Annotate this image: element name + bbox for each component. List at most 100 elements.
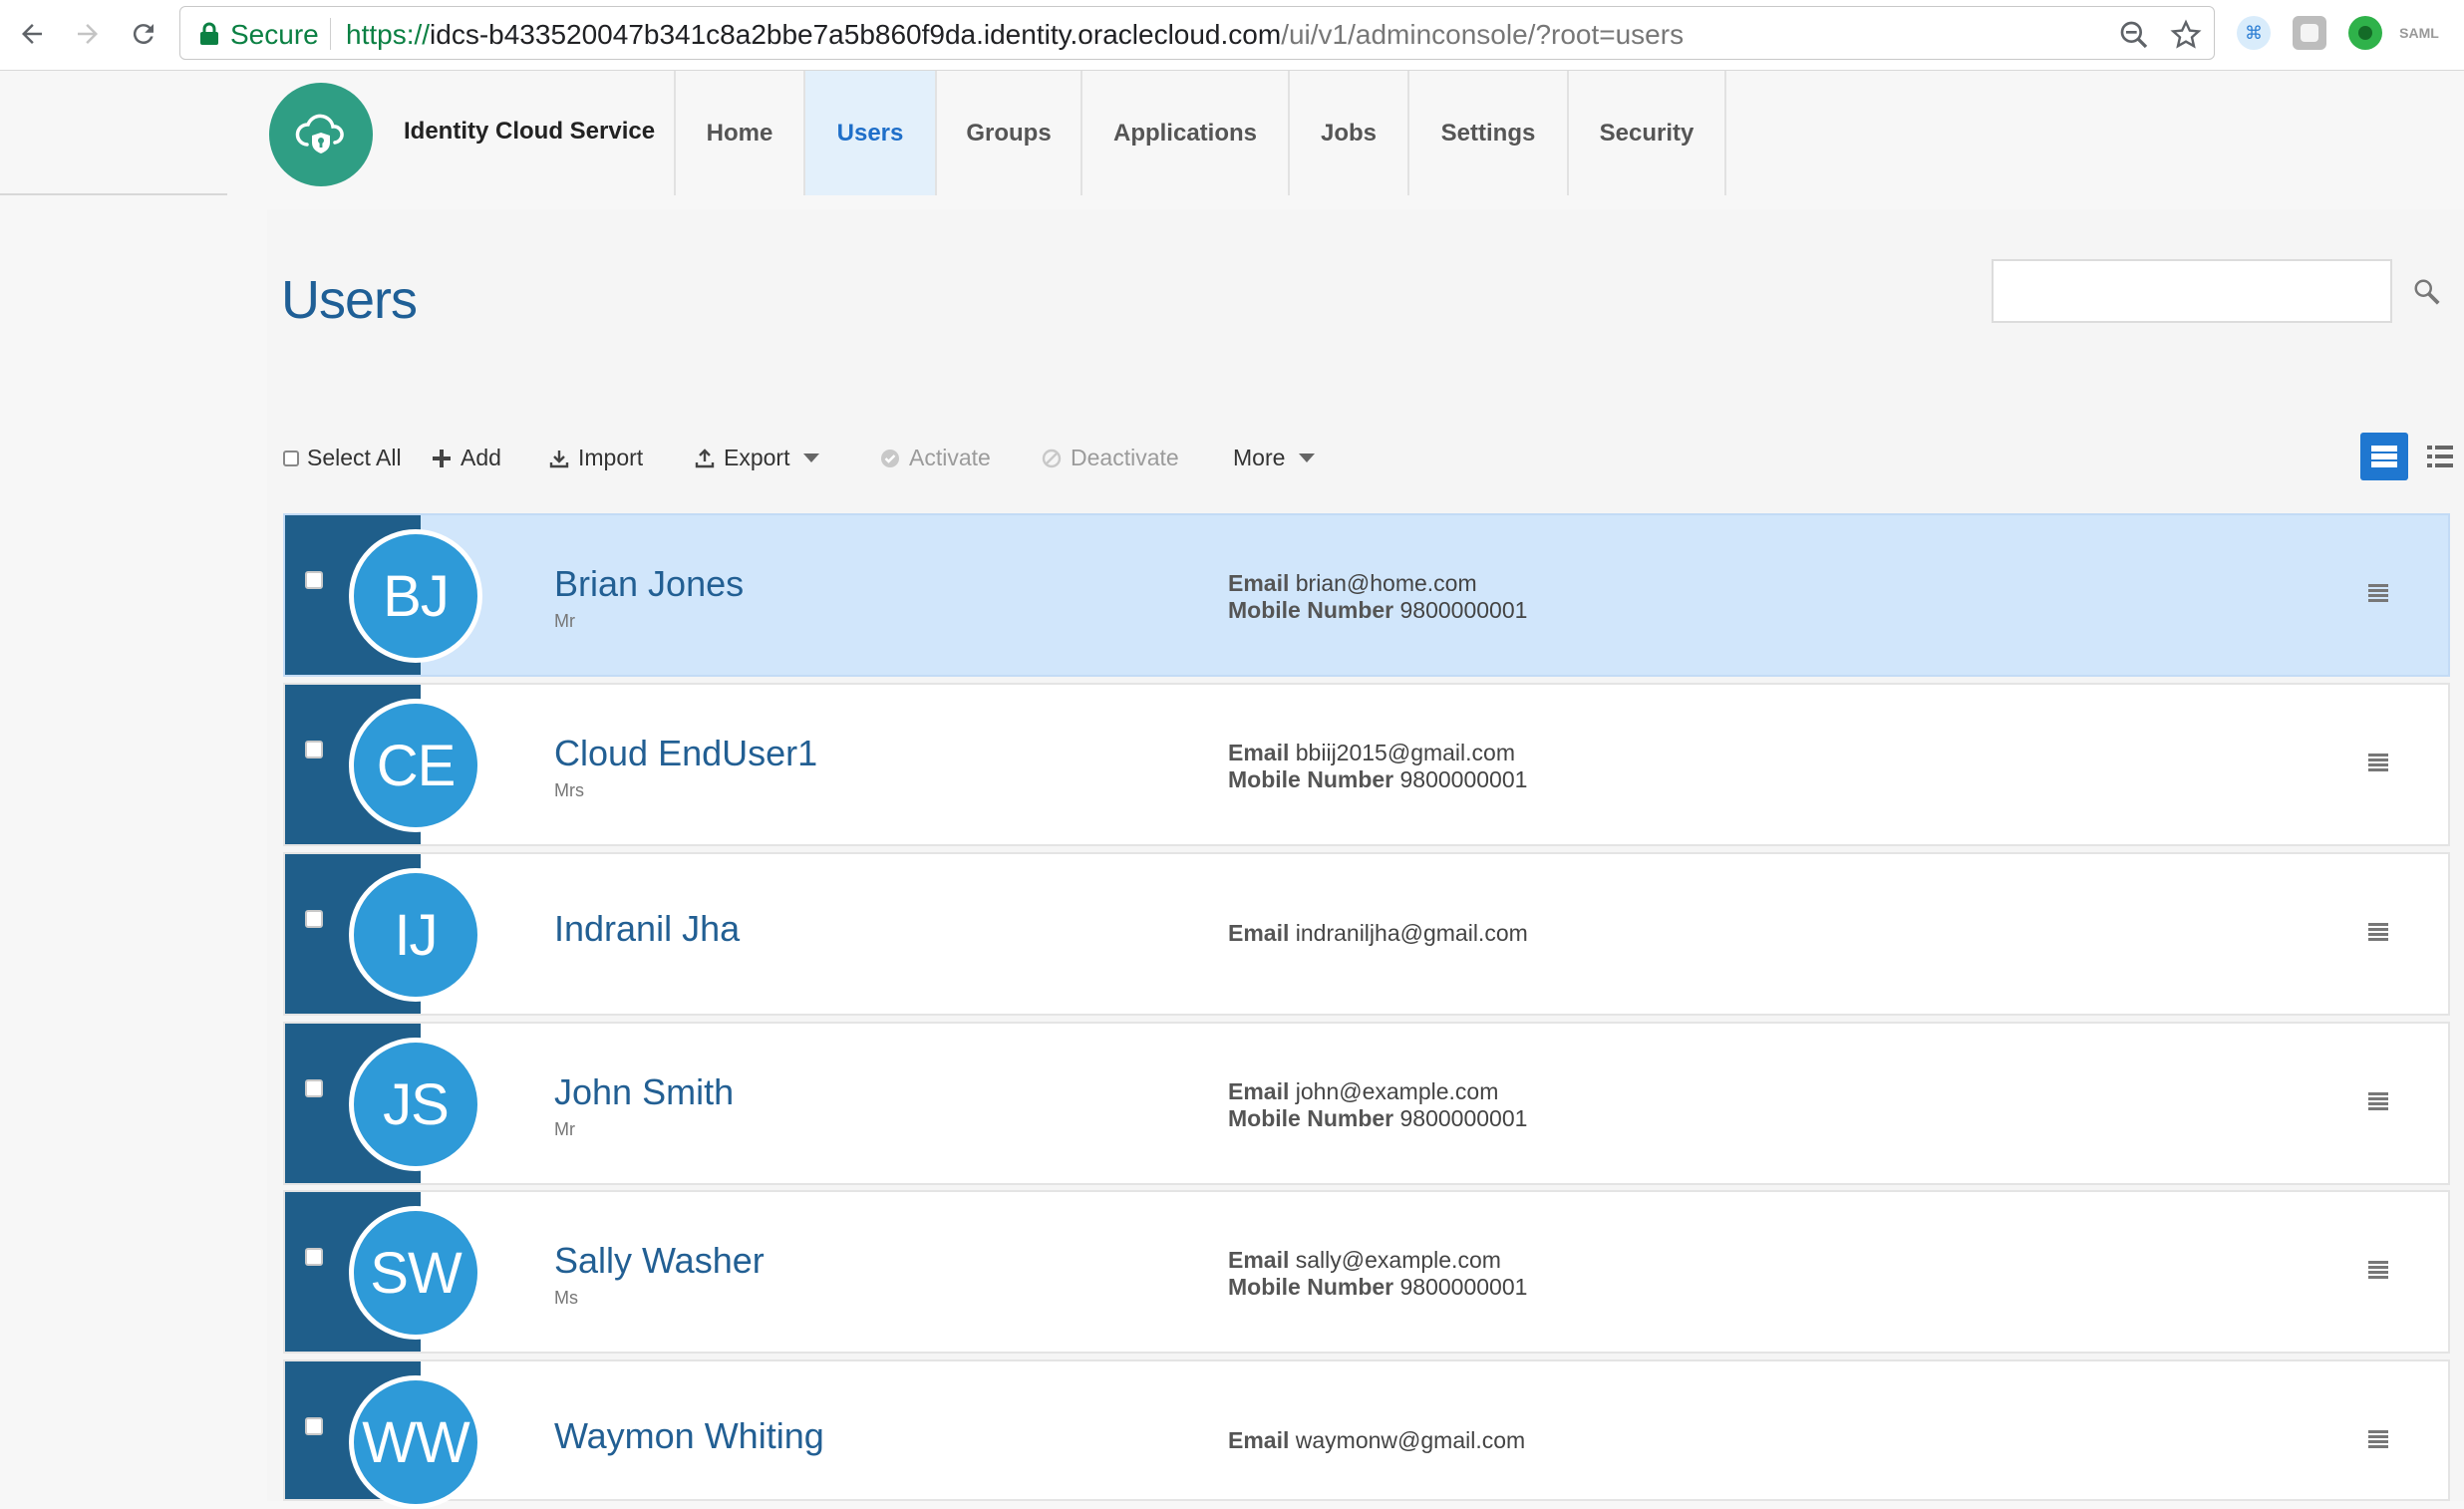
avatar: BJ — [349, 529, 482, 663]
user-name-link[interactable]: Indranil Jha — [554, 908, 740, 950]
block-icon — [1042, 449, 1062, 467]
check-circle-icon — [881, 449, 899, 467]
browser-toolbar: Secure https://idcs-b433520047b341c8a2bb… — [0, 0, 2464, 71]
row-menu-icon[interactable] — [2366, 583, 2390, 605]
email-value: waymonw@gmail.com — [1295, 1427, 1526, 1453]
user-name-link[interactable]: Cloud EndUser1 — [554, 733, 817, 774]
user-name-link[interactable]: Waymon Whiting — [554, 1415, 824, 1457]
card-view-toggle[interactable] — [2360, 433, 2408, 480]
row-checkbox[interactable] — [305, 571, 323, 589]
avatar: WW — [349, 1375, 482, 1509]
search-icon[interactable] — [2412, 277, 2442, 307]
list-view-icon[interactable] — [2426, 443, 2454, 470]
plus-icon — [433, 449, 451, 467]
chevron-down-icon — [1299, 453, 1316, 462]
user-title: Ms — [554, 1288, 578, 1308]
url-text: https://idcs-b433520047b341c8a2bbe7a5b86… — [346, 19, 1684, 51]
row-checkbox[interactable] — [305, 741, 323, 758]
app-logo[interactable] — [269, 83, 373, 186]
row-menu-icon[interactable] — [2366, 1429, 2390, 1451]
user-details: Email john@example.com Mobile Number 980… — [1228, 1078, 1527, 1132]
url-protocol: https:// — [346, 19, 431, 50]
bookmark-star-icon[interactable] — [2170, 19, 2202, 51]
row-menu-icon[interactable] — [2366, 753, 2390, 774]
card-view-icon — [2371, 446, 2397, 467]
extension-green-dot — [2358, 26, 2372, 40]
deactivate-button[interactable]: Deactivate — [1041, 445, 1179, 471]
mobile-label: Mobile Number — [1228, 1105, 1394, 1131]
import-button[interactable]: Import — [548, 445, 643, 471]
avatar: SW — [349, 1206, 482, 1340]
tab-jobs[interactable]: Jobs — [1288, 71, 1407, 195]
tab-settings[interactable]: Settings — [1407, 71, 1567, 195]
extension-box-glyph — [2301, 24, 2318, 42]
mobile-label: Mobile Number — [1228, 1274, 1394, 1300]
email-line: Email waymonw@gmail.com — [1228, 1427, 1525, 1454]
row-checkbox[interactable] — [305, 910, 323, 928]
arrow-right-icon — [78, 24, 98, 44]
header-divider — [0, 193, 227, 195]
activate-button[interactable]: Activate — [879, 445, 991, 471]
mobile-line: Mobile Number 9800000001 — [1228, 1105, 1527, 1132]
activate-label: Activate — [909, 445, 991, 470]
back-button[interactable] — [10, 12, 54, 56]
email-value: brian@home.com — [1295, 570, 1477, 596]
email-line: Email john@example.com — [1228, 1078, 1527, 1105]
more-menu-button[interactable]: More — [1233, 445, 1316, 471]
email-line: Email bbiij2015@gmail.com — [1228, 740, 1527, 766]
email-label: Email — [1228, 1247, 1290, 1273]
user-name-link[interactable]: Brian Jones — [554, 563, 744, 605]
arrow-left-icon — [22, 24, 42, 44]
row-checkbox[interactable] — [305, 1248, 323, 1266]
row-menu-icon[interactable] — [2366, 1260, 2390, 1282]
row-checkbox[interactable] — [305, 1079, 323, 1097]
user-title: Mr — [554, 1119, 575, 1139]
forward-button[interactable] — [66, 12, 110, 56]
mobile-line: Mobile Number 9800000001 — [1228, 597, 1527, 624]
tab-applications[interactable]: Applications — [1080, 71, 1288, 195]
extension-saml-icon[interactable]: SAML — [2399, 16, 2439, 50]
email-line: Email indraniljha@gmail.com — [1228, 920, 1528, 947]
search-input[interactable] — [1992, 259, 2392, 323]
email-value: bbiij2015@gmail.com — [1295, 740, 1515, 765]
user-title: Mr — [554, 611, 575, 631]
row-menu-icon[interactable] — [2366, 922, 2390, 944]
user-name-link[interactable]: Sally Washer — [554, 1240, 765, 1282]
chevron-down-icon — [803, 453, 820, 462]
row-checkbox[interactable] — [305, 1417, 323, 1435]
tab-security[interactable]: Security — [1567, 71, 1726, 195]
reload-icon — [133, 24, 154, 45]
secure-label: Secure — [230, 19, 319, 50]
cloud-shield-icon — [295, 114, 344, 153]
user-row-waymon-whiting[interactable]: WW Waymon Whiting Email waymonw@gmail.co… — [283, 1359, 2450, 1509]
user-row-indranil-jha[interactable]: IJ Indranil Jha Email indraniljha@gmail.… — [283, 852, 2450, 1016]
user-details: Email sally@example.com Mobile Number 98… — [1228, 1247, 1527, 1301]
user-row-brian-jones[interactable]: BJ Brian Jones Mr Email brian@home.com M… — [283, 513, 2450, 677]
add-button[interactable]: Add — [431, 445, 501, 471]
user-row-john-smith[interactable]: JS John Smith Mr Email john@example.com … — [283, 1022, 2450, 1185]
zoom-icon[interactable] — [2118, 19, 2150, 51]
omnibox-divider — [330, 18, 331, 50]
select-all-checkbox[interactable]: Select All — [283, 445, 402, 471]
address-bar[interactable]: Secure https://idcs-b433520047b341c8a2bb… — [179, 6, 2215, 60]
extension-green-icon[interactable] — [2348, 16, 2382, 50]
tab-home[interactable]: Home — [674, 71, 803, 195]
mobile-value: 9800000001 — [1399, 1105, 1528, 1131]
extension-box-icon[interactable] — [2293, 16, 2326, 50]
export-button[interactable]: Export — [694, 445, 820, 471]
reload-button[interactable] — [122, 12, 165, 56]
row-menu-icon[interactable] — [2366, 1091, 2390, 1113]
email-value: john@example.com — [1295, 1078, 1499, 1104]
avatar: IJ — [349, 868, 482, 1002]
user-row-sally-washer[interactable]: SW Sally Washer Ms Email sally@example.c… — [283, 1190, 2450, 1354]
avatar: CE — [349, 699, 482, 832]
email-label: Email — [1228, 740, 1290, 765]
extension-command-icon[interactable]: ⌘ — [2237, 16, 2271, 50]
url-host: idcs-b433520047b341c8a2bbe7a5b860f9da.id… — [430, 19, 1282, 50]
tab-users[interactable]: Users — [803, 71, 935, 195]
tab-groups[interactable]: Groups — [935, 71, 1080, 195]
user-row-cloud-enduser1[interactable]: CE Cloud EndUser1 Mrs Email bbiij2015@gm… — [283, 683, 2450, 846]
lock-icon — [200, 22, 218, 45]
user-name-link[interactable]: John Smith — [554, 1071, 734, 1113]
email-label: Email — [1228, 1427, 1290, 1453]
